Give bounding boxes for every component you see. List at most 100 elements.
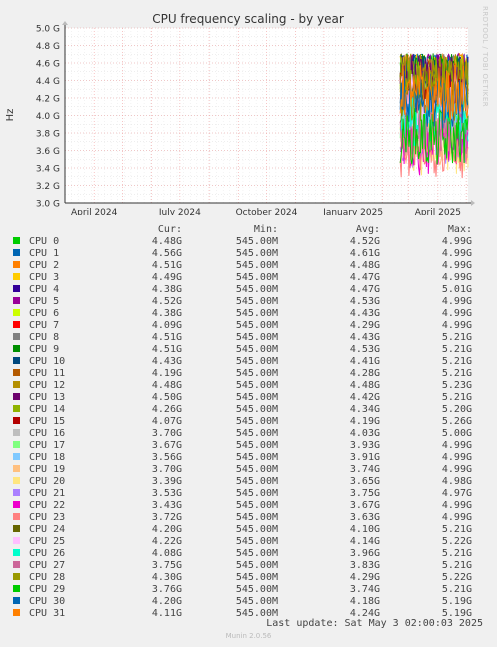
legend-row: CPU 11 4.19G 545.00M 4.28G 5.21G <box>10 368 472 380</box>
y-axis-label: Hz <box>5 109 16 122</box>
legend-avg: 4.47G <box>349 284 380 295</box>
legend-min: 545.00M <box>235 560 278 571</box>
legend-max: 5.21G <box>441 548 472 559</box>
legend-label: CPU 0 <box>29 236 60 247</box>
y-tick-label: 3.4 G <box>36 165 60 175</box>
legend-swatch <box>13 357 20 364</box>
legend-avg: 4.14G <box>349 536 380 547</box>
last-update: Last update: Sat May 3 02:00:03 2025 <box>266 618 483 629</box>
legend-avg: 3.74G <box>349 464 380 475</box>
legend-label: CPU 3 <box>29 272 60 283</box>
legend-max: 5.21G <box>441 344 472 355</box>
legend-swatch <box>13 453 20 460</box>
legend-series-name: CPU 25 <box>10 536 110 548</box>
legend-series-name: CPU 23 <box>10 512 110 524</box>
legend-min: 545.00M <box>235 296 278 307</box>
legend-series-name: CPU 8 <box>10 332 110 344</box>
legend-row: CPU 14 4.26G 545.00M 4.34G 5.20G <box>10 404 472 416</box>
legend-cur: 4.48G <box>151 236 182 247</box>
legend-cur: 3.70G <box>151 464 182 475</box>
legend-min: 545.00M <box>235 476 278 487</box>
legend-label: CPU 7 <box>29 320 60 331</box>
legend-max: 4.99G <box>441 512 472 523</box>
legend-row: CPU 5 4.52G 545.00M 4.53G 4.99G <box>10 296 472 308</box>
legend-swatch <box>13 573 20 580</box>
legend-avg: 4.43G <box>349 308 380 319</box>
legend-table: Cur: Min: Avg: Max: CPU 0 4.48G 545.00M 4.5… <box>10 224 472 620</box>
legend-max: 4.99G <box>441 452 472 463</box>
legend-swatch <box>13 381 20 388</box>
legend-label: CPU 16 <box>29 428 66 439</box>
legend-avg: 4.29G <box>349 572 380 583</box>
legend-label: CPU 8 <box>29 332 60 343</box>
legend-label: CPU 23 <box>29 512 66 523</box>
legend-cur: 3.39G <box>151 476 182 487</box>
legend-max: 5.19G <box>441 596 472 607</box>
legend-max: 5.22G <box>441 572 472 583</box>
legend-min: 545.00M <box>235 488 278 499</box>
legend-swatch <box>13 345 20 352</box>
legend-max: 5.21G <box>441 356 472 367</box>
legend-cur: 4.26G <box>151 404 182 415</box>
legend-min: 545.00M <box>235 284 278 295</box>
legend-series-name: CPU 13 <box>10 392 110 404</box>
legend-cur: 4.49G <box>151 272 182 283</box>
legend-max: 4.99G <box>441 272 472 283</box>
legend-label: CPU 4 <box>29 284 60 295</box>
legend-label: CPU 21 <box>29 488 66 499</box>
legend-row: CPU 21 3.53G 545.00M 3.75G 4.97G <box>10 488 472 500</box>
legend-min: 545.00M <box>235 608 278 619</box>
legend-swatch <box>13 525 20 532</box>
legend-row: CPU 19 3.70G 545.00M 3.74G 4.99G <box>10 464 472 476</box>
legend-cur: 4.20G <box>151 524 182 535</box>
legend-swatch <box>13 249 20 256</box>
legend-max: 5.00G <box>441 428 472 439</box>
legend-series-name: CPU 19 <box>10 464 110 476</box>
legend-row: CPU 10 4.43G 545.00M 4.41G 5.21G <box>10 356 472 368</box>
legend-series-name: CPU 27 <box>10 560 110 572</box>
legend-row: CPU 15 4.07G 545.00M 4.19G 5.26G <box>10 416 472 428</box>
legend-avg: 3.74G <box>349 584 380 595</box>
x-tick-label: July 2024 <box>158 208 201 215</box>
legend-cur: 3.67G <box>151 440 182 451</box>
legend-avg: 4.34G <box>349 404 380 415</box>
legend-body: CPU 0 4.48G 545.00M 4.52G 4.99G CPU 1 4.56G 545… <box>10 236 472 620</box>
legend-swatch <box>13 597 20 604</box>
footer-version: Munin 2.0.56 <box>225 632 272 640</box>
legend-row: CPU 28 4.30G 545.00M 4.29G 5.22G <box>10 572 472 584</box>
legend-row: CPU 24 4.20G 545.00M 4.10G 5.21G <box>10 524 472 536</box>
legend-avg: 3.75G <box>349 488 380 499</box>
y-axis-arrow <box>62 21 68 25</box>
legend-row: CPU 26 4.08G 545.00M 3.96G 5.21G <box>10 548 472 560</box>
legend-row: CPU 20 3.39G 545.00M 3.65G 4.98G <box>10 476 472 488</box>
legend-cur: 4.09G <box>151 320 182 331</box>
legend-min: 545.00M <box>235 308 278 319</box>
header-avg: Avg: <box>355 224 380 235</box>
y-tick-label: 3.8 G <box>36 130 60 140</box>
legend-label: CPU 28 <box>29 572 66 583</box>
y-tick-label: 4.0 G <box>36 112 60 122</box>
legend-swatch <box>13 441 20 448</box>
legend-cur: 3.56G <box>151 452 182 463</box>
legend-series-name: CPU 24 <box>10 524 110 536</box>
legend-series-name: CPU 10 <box>10 356 110 368</box>
legend-series-name: CPU 29 <box>10 584 110 596</box>
legend-min: 545.00M <box>235 536 278 547</box>
legend-max: 5.23G <box>441 380 472 391</box>
legend-min: 545.00M <box>235 464 278 475</box>
legend-label: CPU 13 <box>29 392 66 403</box>
legend-cur: 4.50G <box>151 392 182 403</box>
x-tick-labels: April 2024 July 2024 October 2024 January 2… <box>71 208 461 215</box>
legend-row: CPU 13 4.50G 545.00M 4.42G 5.21G <box>10 392 472 404</box>
legend-swatch <box>13 537 20 544</box>
legend-min: 545.00M <box>235 440 278 451</box>
y-tick-labels: 3.0 G 3.2 G 3.4 G 3.6 G 3.8 G 4.0 G 4.2 G 4.4 G… <box>36 25 60 210</box>
legend-series-name: CPU 4 <box>10 284 110 296</box>
legend-cur: 4.08G <box>151 548 182 559</box>
legend-swatch <box>13 273 20 280</box>
legend-min: 545.00M <box>235 512 278 523</box>
legend-row: CPU 30 4.20G 545.00M 4.18G 5.19G <box>10 596 472 608</box>
legend-max: 4.99G <box>441 308 472 319</box>
legend-max: 4.97G <box>441 488 472 499</box>
legend-cur: 4.20G <box>151 596 182 607</box>
